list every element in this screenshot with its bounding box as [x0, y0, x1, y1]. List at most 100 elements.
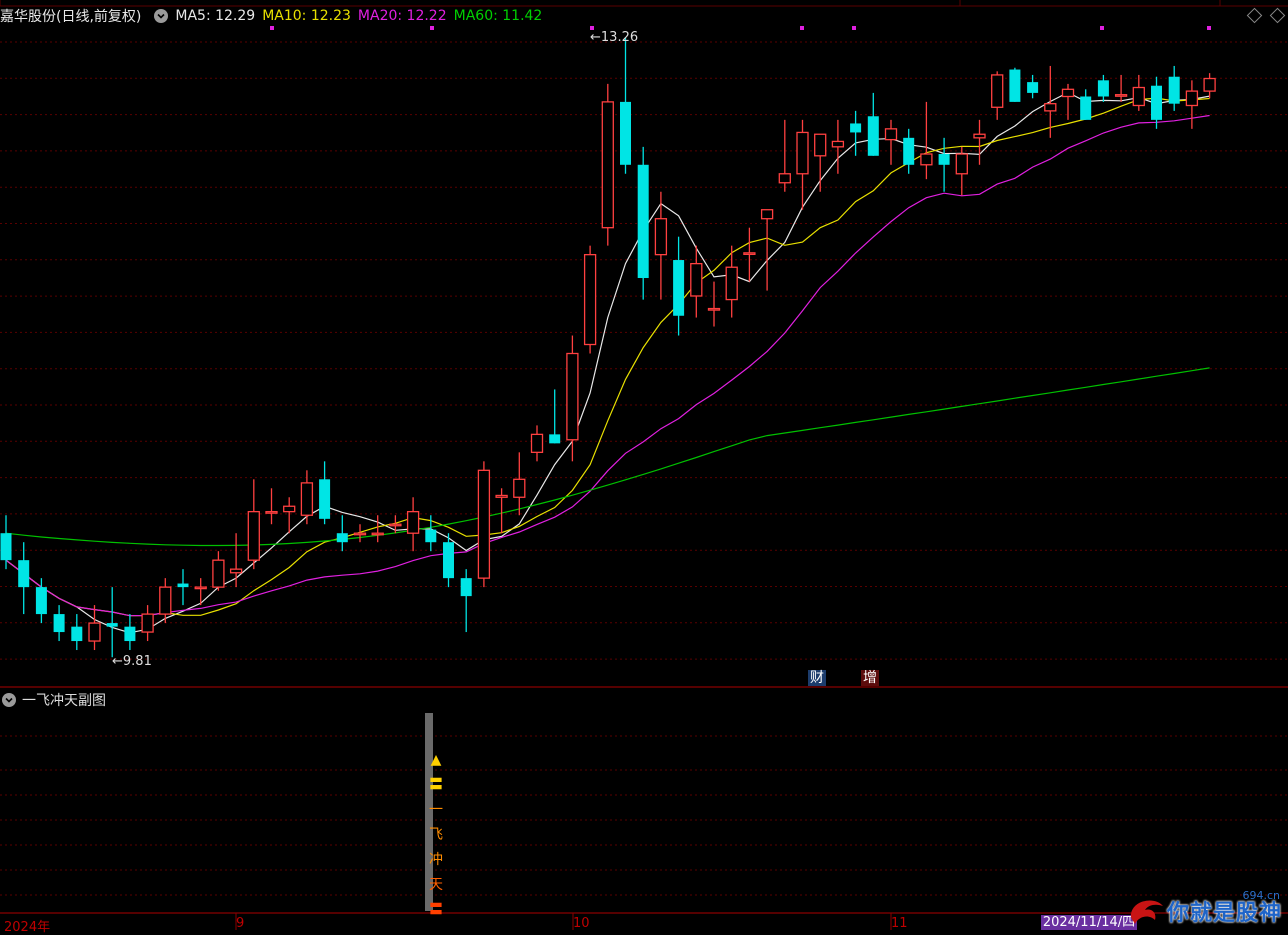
candle — [690, 245, 703, 318]
candle-body — [831, 140, 845, 148]
candle — [566, 335, 579, 462]
candle-body — [920, 153, 933, 166]
candle — [247, 479, 260, 570]
watermark-logo: 你就是股神 — [1127, 894, 1282, 928]
candle — [53, 605, 65, 642]
candle — [406, 497, 420, 552]
candle — [1097, 74, 1109, 102]
finance-event-badge[interactable]: 财 — [808, 670, 826, 686]
candle — [760, 209, 774, 291]
candle-body — [778, 173, 791, 184]
candle-body — [18, 560, 30, 588]
candle-body — [1009, 69, 1021, 102]
candle-body — [1132, 86, 1145, 107]
candle — [549, 389, 561, 444]
candle — [1151, 76, 1162, 129]
candle-body — [141, 613, 154, 633]
indicator-signal-char: 〓 — [429, 777, 443, 793]
price-chart[interactable] — [0, 0, 1288, 930]
x-axis-label-sep: 9 — [236, 916, 245, 931]
candle-body — [973, 133, 986, 139]
candle — [1114, 74, 1128, 102]
candle-body — [673, 260, 685, 316]
candle-body — [177, 583, 189, 588]
candle — [867, 92, 879, 156]
candle-body — [460, 578, 472, 597]
candle — [229, 533, 243, 588]
candle — [353, 524, 367, 543]
candle-body — [583, 253, 597, 346]
candle-body — [371, 532, 384, 536]
candle-body — [336, 533, 348, 543]
candle-body — [707, 307, 721, 311]
candle-body — [796, 131, 809, 175]
x-axis-label-oct: 10 — [573, 916, 590, 931]
candle-body — [549, 434, 561, 444]
candle — [1132, 74, 1145, 111]
candle — [601, 83, 614, 246]
event-dot — [1207, 26, 1211, 30]
candle-body — [1044, 103, 1057, 112]
candle — [1185, 80, 1199, 129]
candle — [1203, 73, 1216, 99]
candle-body — [477, 469, 491, 579]
candle-body — [443, 542, 454, 579]
candle-body — [247, 510, 260, 561]
candle — [265, 488, 278, 525]
candle — [212, 551, 225, 591]
candle — [673, 236, 685, 336]
candle — [850, 110, 862, 156]
candle-body — [884, 128, 898, 141]
candle-body — [1114, 94, 1128, 97]
indicator-signal-char: 天 — [429, 877, 443, 893]
candle — [88, 605, 101, 651]
candle-body — [1027, 82, 1039, 93]
candle — [973, 119, 986, 165]
candle — [177, 569, 189, 606]
candle-body — [194, 586, 207, 590]
candle — [124, 614, 136, 651]
candle-body — [0, 533, 12, 561]
chevron-down-icon[interactable] — [2, 693, 16, 707]
candle — [1080, 89, 1092, 120]
candle-body — [1080, 96, 1092, 120]
candle-body — [513, 478, 526, 498]
event-dot — [852, 26, 856, 30]
candle — [336, 515, 348, 552]
candle-body — [1168, 76, 1180, 104]
watermark-text: 你就是股神 — [1166, 901, 1282, 926]
candle-body — [88, 622, 101, 642]
indicator-signal-char: 〓 — [429, 902, 443, 918]
candle — [707, 281, 721, 327]
candle-body — [1151, 85, 1162, 120]
candle-body — [389, 523, 402, 527]
candle — [831, 119, 845, 174]
candle — [938, 137, 950, 192]
indicator-title: 一飞冲天副图 — [22, 693, 106, 709]
candle — [71, 614, 83, 651]
indicator-signal-char: 飞 — [429, 827, 443, 843]
high-price-label: ←13.26 — [590, 30, 639, 45]
x-axis-label-nov: 11 — [891, 916, 908, 931]
candle-body — [283, 505, 296, 513]
candle — [477, 461, 491, 588]
dragon-logo-icon — [1130, 900, 1163, 924]
increase-event-badge[interactable]: 增 — [861, 670, 879, 686]
candle — [778, 119, 791, 192]
candle-body — [530, 433, 544, 453]
candle-body — [300, 482, 314, 516]
candle — [18, 542, 30, 615]
candle-body — [1097, 80, 1109, 97]
candle-body — [265, 510, 278, 514]
candle-body — [495, 494, 508, 498]
candle — [1168, 65, 1180, 111]
candle-body — [725, 266, 738, 301]
candle — [0, 515, 12, 570]
candle — [371, 515, 384, 543]
candle — [955, 146, 968, 196]
candle-body — [850, 123, 862, 133]
event-dot — [800, 26, 804, 30]
candle — [637, 146, 649, 300]
candle-body — [814, 133, 827, 157]
candle-body — [71, 626, 83, 642]
